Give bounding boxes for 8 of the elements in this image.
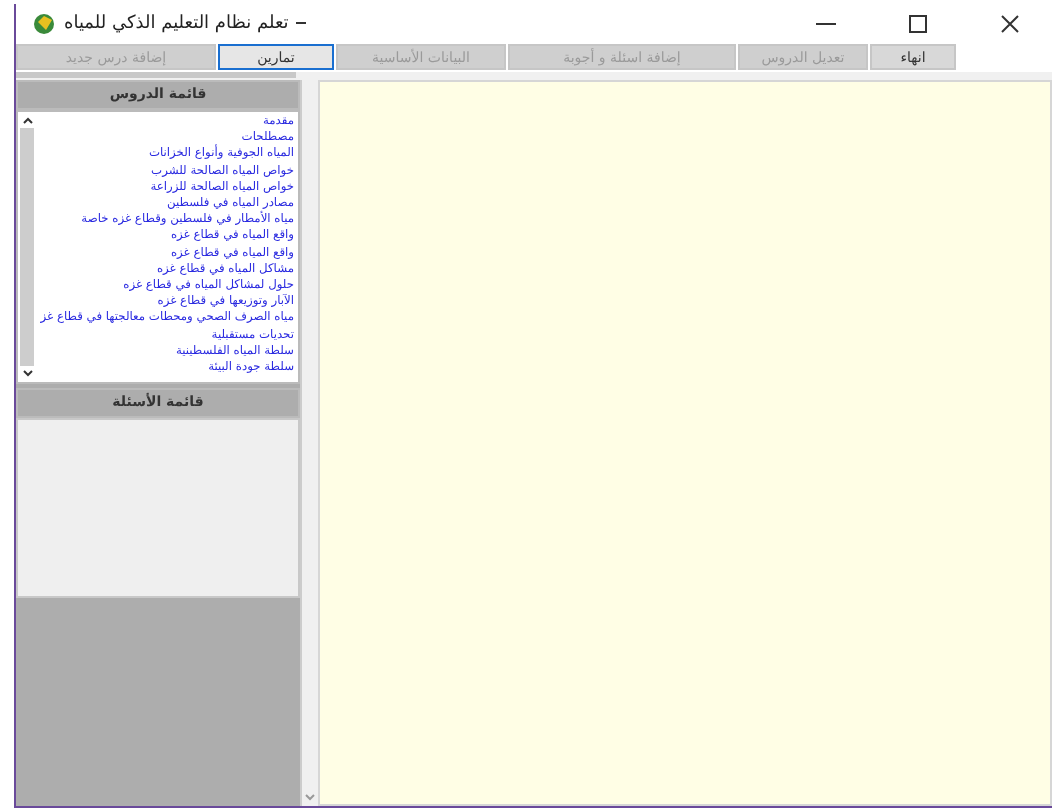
maximize-icon[interactable] [908,13,928,33]
dash-icon [296,22,307,24]
lessons-list[interactable] [16,110,300,384]
window-title: تعلم نظام التعليم الذكي للمياه [64,13,289,33]
close-icon[interactable] [1000,13,1020,33]
scrollbar[interactable] [18,112,36,382]
scrollbar[interactable] [302,80,318,806]
app-logo-icon [32,11,56,35]
